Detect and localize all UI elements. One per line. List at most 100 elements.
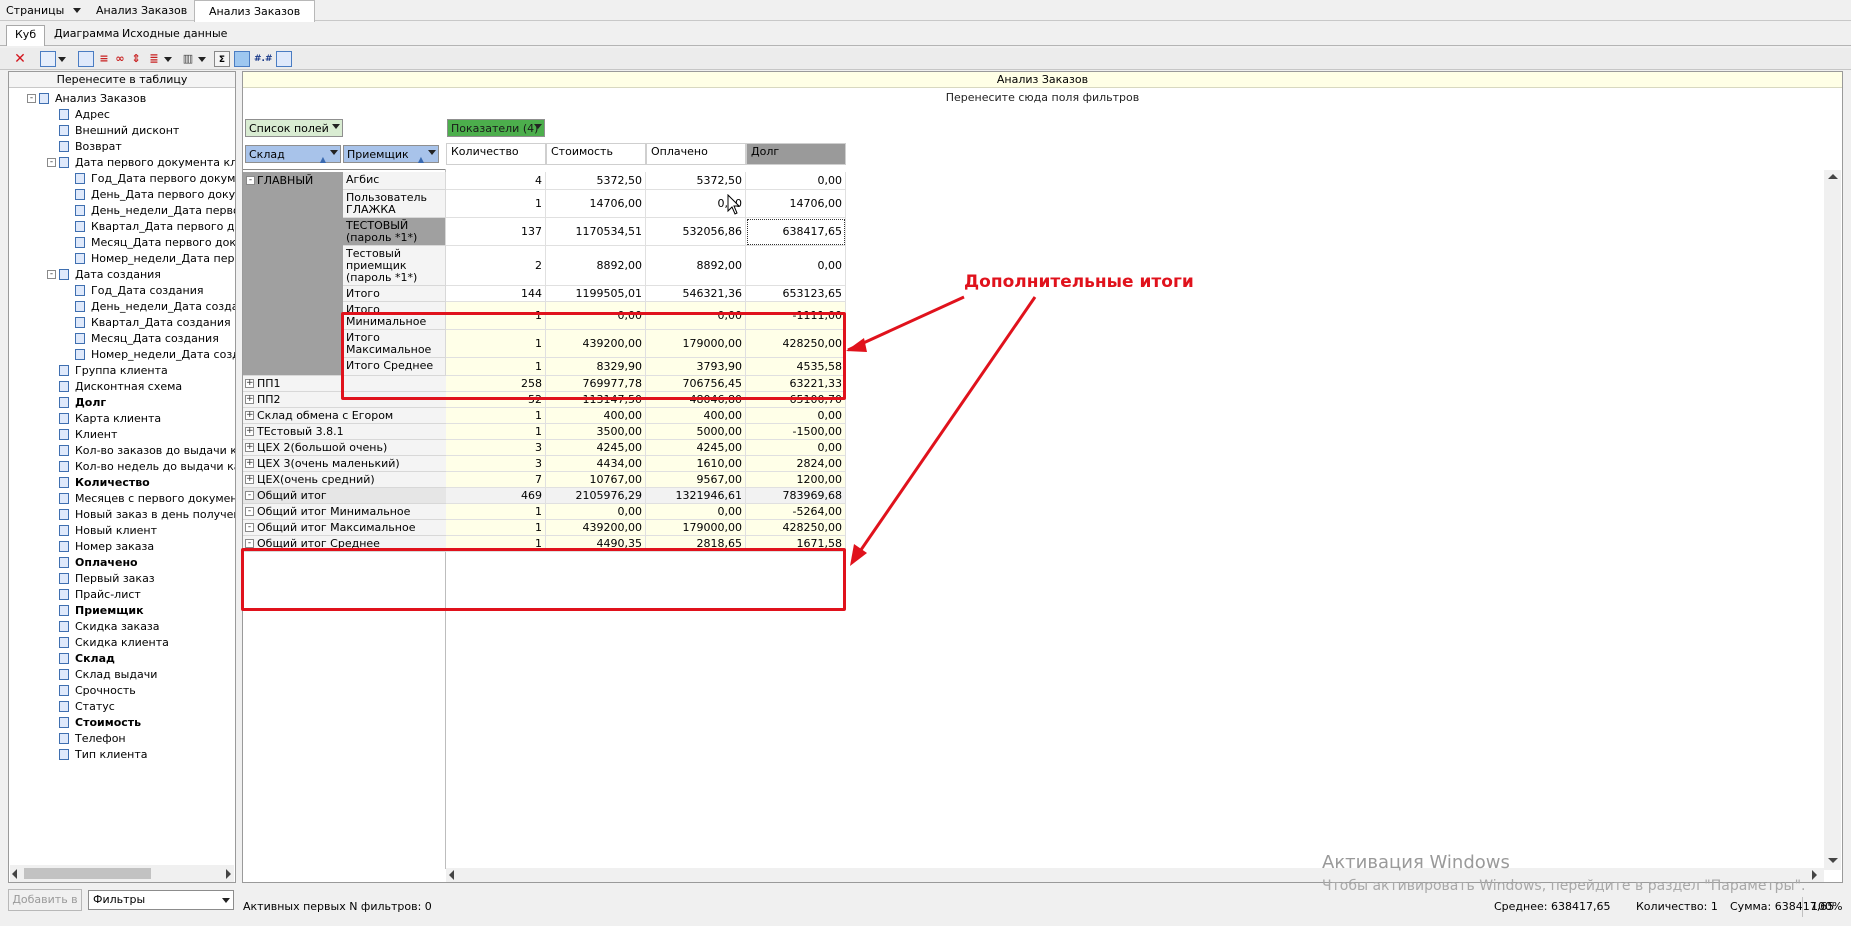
tree-item[interactable]: Телефон [59, 731, 235, 747]
data-cell[interactable]: 4 [446, 172, 546, 190]
tree-item[interactable]: Новый заказ в день получения п [59, 507, 235, 523]
tree-item[interactable]: Количество [59, 475, 235, 491]
tree-item[interactable]: Группа клиента [59, 363, 235, 379]
grand-subtotal-header[interactable]: - Общий итог Минимальное [243, 504, 446, 520]
sort-icon[interactable]: ≣ [146, 51, 162, 67]
chevron-down-icon[interactable] [198, 51, 206, 67]
row-header[interactable]: Пользователь ГЛАЖКА [343, 190, 446, 218]
export-icon[interactable] [276, 51, 292, 67]
data-cell[interactable]: 4434,00 [546, 456, 646, 472]
data-cell[interactable]: 5372,50 [546, 172, 646, 190]
data-cell[interactable]: 4245,00 [646, 440, 746, 456]
data-cell[interactable]: 1 [446, 424, 546, 440]
data-cell[interactable]: 439200,00 [546, 520, 646, 536]
data-cell[interactable]: 1321946,61 [646, 488, 746, 504]
data-cell[interactable]: 1 [446, 504, 546, 520]
collapse-icon[interactable]: - [245, 507, 254, 516]
data-cell[interactable]: 0,00 [646, 504, 746, 520]
expand-icon[interactable]: ⇕ [128, 51, 144, 67]
tree-item[interactable]: День_недели_Дата первого [75, 203, 235, 219]
horizontal-scrollbar[interactable] [10, 865, 234, 882]
data-cell[interactable]: 2105976,29 [546, 488, 646, 504]
scroll-right-icon[interactable] [1812, 870, 1817, 880]
data-cell[interactable]: 783969,68 [746, 488, 846, 504]
tree-item[interactable]: Скидка клиента [59, 635, 235, 651]
tree-item[interactable]: Прайс-лист [59, 587, 235, 603]
col-header-debt[interactable]: Долг [746, 143, 846, 165]
row-header[interactable]: ТЕСТОВЫЙ (пароль *1*) [343, 218, 446, 246]
tree-item[interactable]: Номер_недели_Дата создан [75, 347, 235, 363]
tree-item[interactable]: Оплачено [59, 555, 235, 571]
expand-icon[interactable]: + [245, 395, 254, 404]
field-list-button[interactable]: Список полей [245, 119, 343, 137]
data-cell[interactable]: 144 [446, 286, 546, 302]
tree-item[interactable]: Возврат [59, 139, 235, 155]
sum-icon[interactable]: Σ [214, 51, 230, 67]
data-cell[interactable]: 2824,00 [746, 456, 846, 472]
pages-menu[interactable]: Страницы [0, 0, 87, 21]
col-header-quantity[interactable]: Количество [446, 143, 546, 165]
tree-item[interactable]: Кол-во недель до выдачи карты [59, 459, 235, 475]
tree-item[interactable]: Новый клиент [59, 523, 235, 539]
scroll-thumb[interactable] [24, 868, 151, 879]
data-cell[interactable]: 1 [446, 190, 546, 218]
tree-item[interactable]: Склад выдачи [59, 667, 235, 683]
tree-item[interactable]: Месяц_Дата первого докуме [75, 235, 235, 251]
scroll-right-icon[interactable] [226, 869, 231, 879]
row-header[interactable]: Агбис [343, 172, 446, 190]
data-cell[interactable]: 14706,00 [546, 190, 646, 218]
group-row-header[interactable]: + ЦЕХ 2(большой очень) [243, 440, 446, 456]
tab-source-data[interactable]: Исходные данные [116, 25, 233, 45]
data-cell[interactable]: 0,00 [746, 172, 846, 190]
data-cell[interactable]: 469 [446, 488, 546, 504]
chevron-down-icon[interactable] [58, 51, 66, 67]
collapse-icon[interactable]: - [245, 539, 254, 548]
tree-item[interactable]: Склад [59, 651, 235, 667]
add-to-button[interactable]: Добавить в [8, 889, 82, 911]
tree-item[interactable]: Статус [59, 699, 235, 715]
tree-item[interactable]: Год_Дата создания [75, 283, 235, 299]
data-cell[interactable]: 0,00 [746, 440, 846, 456]
tree-item[interactable]: Год_Дата первого документ [75, 171, 235, 187]
scroll-left-icon[interactable] [449, 870, 454, 880]
group-main[interactable]: - ГЛАВНЫЙ [243, 172, 343, 376]
tree-item[interactable]: Стоимость [59, 715, 235, 731]
data-cell[interactable]: 2 [446, 246, 546, 286]
grand-subtotal-header[interactable]: - Общий итог Максимальное [243, 520, 446, 536]
data-cell[interactable]: 8892,00 [646, 246, 746, 286]
area-select[interactable]: Фильтры [88, 890, 234, 910]
expand-icon[interactable]: + [245, 475, 254, 484]
row-header[interactable]: Итого [343, 286, 446, 302]
tree-item[interactable]: Адрес [59, 107, 235, 123]
group-row-header[interactable]: + Склад обмена с Егором [243, 408, 446, 424]
data-cell[interactable]: 1610,00 [646, 456, 746, 472]
tab-cube[interactable]: Куб [6, 25, 46, 46]
group-row-header[interactable]: + ЦЕХ 3(очень маленький) [243, 456, 446, 472]
tree-item[interactable]: Анализ Заказов [39, 91, 235, 107]
scroll-left-icon[interactable] [12, 869, 17, 879]
tree-item[interactable]: Клиент [59, 427, 235, 443]
data-cell[interactable]: 4245,00 [546, 440, 646, 456]
group-row-header[interactable]: + ТЕстовый 3.8.1 [243, 424, 446, 440]
infinity-icon[interactable]: ∞ [112, 51, 128, 67]
filter-drop-area[interactable]: Перенесите сюда поля фильтров [243, 89, 1842, 107]
data-cell[interactable]: 1170534,51 [546, 218, 646, 246]
tree-item[interactable]: Карта клиента [59, 411, 235, 427]
group-row-header[interactable]: + ЦЕХ(очень средний) [243, 472, 446, 488]
data-cell[interactable]: 653123,65 [746, 286, 846, 302]
status-zoom[interactable]: 100% [1802, 897, 1842, 917]
data-cell[interactable]: 8892,00 [546, 246, 646, 286]
tree-item[interactable]: Внешний дисконт [59, 123, 235, 139]
data-cell[interactable]: 400,00 [646, 408, 746, 424]
data-cell[interactable]: 1 [446, 520, 546, 536]
tree-item[interactable]: Дата первого документа клиент [59, 155, 235, 171]
data-cell[interactable]: 0,00 [746, 246, 846, 286]
collapse-icon[interactable]: - [245, 491, 254, 500]
data-cell[interactable]: 179000,00 [646, 520, 746, 536]
col-header-cost[interactable]: Стоимость [546, 143, 646, 165]
tree-item[interactable]: Месяц_Дата создания [75, 331, 235, 347]
data-cell[interactable]: 10767,00 [546, 472, 646, 488]
tree-item[interactable]: Кол-во заказов до выдачи карты [59, 443, 235, 459]
tree-item[interactable]: Номер_недели_Дата первог [75, 251, 235, 267]
data-cell[interactable]: 1 [446, 408, 546, 424]
